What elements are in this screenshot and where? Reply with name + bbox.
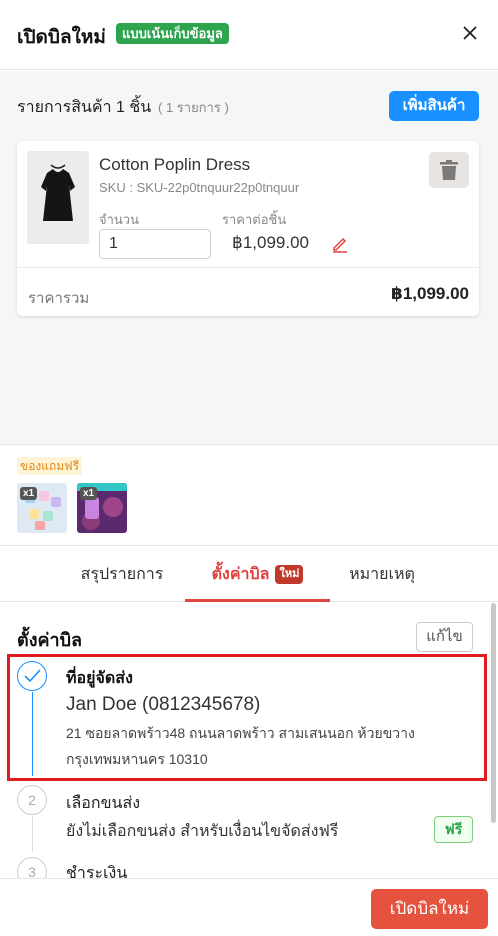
recipient-name-phone: Jan Doe (0812345678) xyxy=(66,694,261,715)
tab-bar: สรุปรายการ ตั้งค่าบิล ใหม่ หมายเหตุ xyxy=(0,547,498,602)
shipping-method-title: เลือกขนส่ง xyxy=(66,795,141,812)
address-line: กรุงเทพมหานคร 10310 xyxy=(66,751,208,767)
step-3-number: 3 xyxy=(17,857,47,879)
gift-item[interactable]: x1 xyxy=(17,483,67,533)
tab-note[interactable]: หมายเหตุ xyxy=(330,547,434,602)
close-icon xyxy=(463,26,477,40)
quantity-label: จำนวน xyxy=(99,212,139,227)
edit-price-button[interactable] xyxy=(331,235,349,253)
step-connector xyxy=(32,692,33,776)
gift-quantity: x1 xyxy=(80,487,98,500)
tab-summary[interactable]: สรุปรายการ xyxy=(60,547,184,602)
shipping-method-detail: ยังไม่เลือกขนส่ง สำหรับเงื่อนไขจัดส่งฟรี xyxy=(66,823,339,840)
new-badge: ใหม่ xyxy=(275,565,304,585)
close-button[interactable] xyxy=(459,22,481,44)
active-tab-indicator xyxy=(185,599,330,602)
payment-title: ชำระเงิน xyxy=(66,865,128,879)
shipping-address-title: ที่อยู่จัดส่ง xyxy=(66,670,133,687)
gift-item[interactable]: x1 xyxy=(77,483,127,533)
unit-price-label: ราคาต่อชิ้น xyxy=(222,212,287,227)
step-connector xyxy=(32,816,33,852)
items-count: ( 1 รายการ ) xyxy=(158,100,229,115)
product-name: Cotton Poplin Dress xyxy=(99,155,251,174)
trash-icon xyxy=(440,160,458,180)
dress-image xyxy=(27,151,89,244)
gift-section: ของแถมฟรี x1 x1 xyxy=(0,446,498,546)
free-shipping-badge: ฟรี xyxy=(434,816,473,843)
product-image xyxy=(27,151,89,244)
delete-button[interactable] xyxy=(429,152,469,188)
tab-settings[interactable]: ตั้งค่าบิล ใหม่ xyxy=(185,547,330,602)
footer: เปิดบิลใหม่ xyxy=(0,878,498,936)
mode-badge: แบบเน้นเก็บข้อมูล xyxy=(116,23,229,44)
page-title: เปิดบิลใหม่ xyxy=(17,27,106,48)
pencil-icon xyxy=(333,237,347,253)
bill-settings-panel: ตั้งค่าบิล แก้ไข ที่อยู่จัดส่ง Jan Doe (… xyxy=(0,603,498,879)
step-2-number: 2 xyxy=(17,785,47,815)
tab-summary-label: สรุปรายการ xyxy=(80,566,164,583)
add-product-button[interactable]: เพิ่มสินค้า xyxy=(389,91,479,121)
header: เปิดบิลใหม่ แบบเน้นเก็บข้อมูล xyxy=(0,0,498,70)
quantity-input[interactable]: 1 xyxy=(99,229,211,259)
checkmark-icon xyxy=(24,669,41,683)
unit-price-value: ฿1,099.00 xyxy=(232,233,309,252)
scrollbar[interactable] xyxy=(491,603,496,823)
create-bill-button[interactable]: เปิดบิลใหม่ xyxy=(371,889,488,929)
gift-quantity: x1 xyxy=(20,487,38,500)
address-line: 21 ซอยลาดพร้าว48 ถนนลาดพร้าว สามเสนนอก ห… xyxy=(66,725,415,741)
card-divider xyxy=(17,267,479,268)
items-section: รายการสินค้า 1 ชิ้น ( 1 รายการ ) เพิ่มสิ… xyxy=(0,71,498,445)
settings-title: ตั้งค่าบิล xyxy=(17,630,83,650)
items-heading: รายการสินค้า 1 ชิ้น xyxy=(17,99,152,116)
step-1-status xyxy=(17,661,47,691)
edit-button[interactable]: แก้ไข xyxy=(416,622,473,652)
product-card: Cotton Poplin Dress SKU : SKU-22p0tnquur… xyxy=(17,141,479,316)
total-value: ฿1,099.00 xyxy=(390,284,469,303)
tab-note-label: หมายเหตุ xyxy=(349,566,415,583)
tab-settings-label: ตั้งค่าบิล xyxy=(211,566,270,583)
total-label: ราคารวม xyxy=(28,290,90,307)
product-sku: SKU : SKU-22p0tnquur22p0tnquur xyxy=(99,180,300,195)
gift-label: ของแถมฟรี xyxy=(17,457,83,475)
